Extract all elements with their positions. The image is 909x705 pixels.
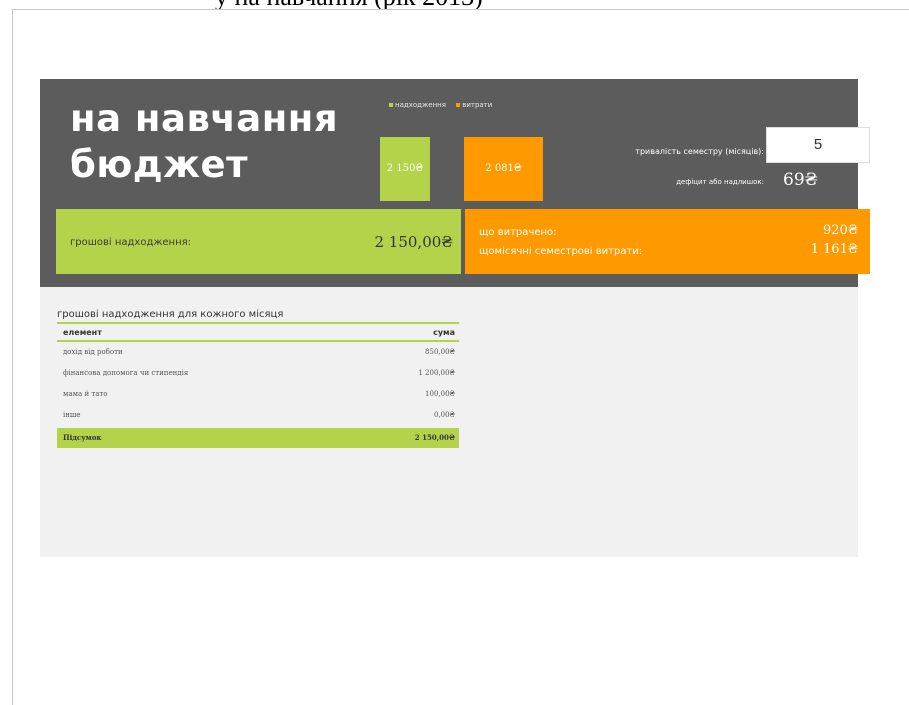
page-title: на навчання бюджет — [70, 96, 338, 188]
deficit-value: 69₴ — [783, 170, 818, 190]
income-table-title: грошові надходження для кожного місяця — [57, 309, 284, 320]
table-header: елемент сума — [57, 322, 459, 342]
row-item: мама й тато — [63, 390, 108, 398]
income-summary-label: грошові надходження: — [70, 237, 191, 248]
expense-summary-band: що витрачено: 920₴ щомісячні семестрові … — [465, 209, 870, 274]
row-amount[interactable]: 1 200,00₴ — [418, 369, 455, 377]
row-amount[interactable]: 0,00₴ — [434, 411, 455, 419]
expense-bar: 2 081₴ — [464, 137, 543, 201]
title-line-2: бюджет — [70, 143, 249, 186]
legend-swatch-expense — [456, 103, 461, 107]
monthly-expense-value: 1 161₴ — [810, 242, 858, 257]
legend-item-income: надходження — [389, 101, 446, 109]
chart-legend: надходження витрати — [389, 101, 500, 109]
row-item: дохід від роботи — [63, 348, 123, 356]
table-row[interactable]: мама й тато 100,00₴ — [57, 384, 459, 405]
monthly-expense-label: щомісячні семестрові витрати: — [479, 246, 643, 257]
total-value: 2 150,00₴ — [414, 433, 455, 442]
table-row[interactable]: дохід від роботи 850,00₴ — [57, 342, 459, 363]
column-header-amount: сума — [433, 328, 455, 337]
legend-swatch-income — [389, 103, 393, 107]
monthly-expense-row: щомісячні семестрові витрати: 1 161₴ — [479, 242, 858, 260]
semester-length-input[interactable]: 5 — [766, 127, 870, 163]
income-bar-value: 2 150₴ — [386, 163, 424, 174]
semester-length-label: тривалість семестру (місяців): — [635, 147, 764, 156]
income-summary-band: грошові надходження: 2 150,00₴ — [56, 209, 461, 274]
row-item: фінансова допомога чи стипендія — [63, 369, 189, 377]
expense-bar-value: 2 081₴ — [485, 163, 522, 174]
column-header-item: елемент — [63, 328, 102, 337]
row-item: інше — [63, 411, 81, 419]
row-amount[interactable]: 100,00₴ — [425, 390, 455, 398]
spent-row: що витрачено: 920₴ — [479, 223, 858, 241]
table-total-row: Підсумок 2 150,00₴ — [57, 428, 459, 448]
title-line-1: на навчання — [70, 97, 339, 140]
spent-value: 920₴ — [823, 223, 858, 238]
spent-label: що витрачено: — [479, 227, 557, 238]
table-row[interactable]: фінансова допомога чи стипендія 1 200,00… — [57, 363, 459, 384]
total-label: Підсумок — [63, 433, 102, 442]
row-amount[interactable]: 850,00₴ — [425, 348, 455, 356]
income-bar: 2 150₴ — [380, 137, 430, 201]
deficit-label: дефіцит або надлишок: — [676, 178, 764, 186]
income-summary-value: 2 150,00₴ — [374, 233, 453, 251]
income-table: елемент сума дохід від роботи 850,00₴ фі… — [57, 322, 459, 448]
legend-item-expense: витрати — [456, 101, 492, 109]
table-row[interactable]: інше 0,00₴ — [57, 405, 459, 426]
